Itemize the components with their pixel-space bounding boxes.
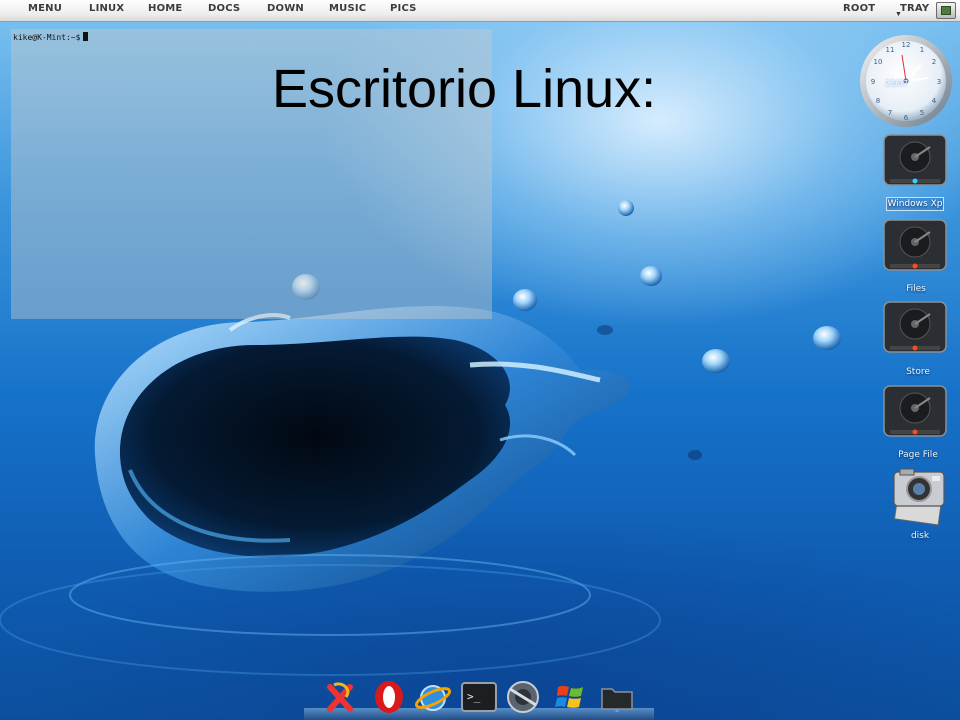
- clock-date: 23/07: [885, 79, 909, 88]
- menu-item-home[interactable]: HOME: [148, 2, 182, 18]
- drive-disk[interactable]: [890, 468, 948, 526]
- clock-widget: 12 1 2 3 4 5 6 7 8 9 10 11 23/07: [858, 33, 954, 129]
- hard-drive-icon: [883, 385, 947, 437]
- clock-numeral-8: 8: [876, 97, 880, 105]
- windows-logo-icon[interactable]: [552, 679, 590, 715]
- terminal-prompt: kike@K-Mint:~$: [13, 32, 89, 42]
- clock-numeral-5: 5: [920, 109, 924, 117]
- graphics-app-icon[interactable]: [322, 679, 360, 715]
- svg-text:>_: >_: [467, 690, 481, 703]
- clock-numeral-12: 12: [902, 41, 911, 49]
- clock-numeral-3: 3: [937, 78, 941, 86]
- clock-numeral-11: 11: [886, 46, 895, 54]
- slide-title: Escritorio Linux:: [272, 59, 657, 119]
- hard-drive-icon: [883, 301, 947, 353]
- drive-label-disk[interactable]: disk: [880, 531, 960, 541]
- menu-item-linux[interactable]: LINUX: [89, 2, 124, 18]
- clock-numeral-7: 7: [888, 109, 892, 117]
- clock-numeral-6: 6: [904, 114, 909, 122]
- camera-drive-icon: [893, 468, 945, 526]
- terminal-cursor: [83, 32, 89, 41]
- drive-store[interactable]: [882, 300, 948, 356]
- drive-label-page-file[interactable]: Page File: [878, 450, 958, 460]
- clock-numeral-4: 4: [932, 97, 937, 105]
- menu-item-tray[interactable]: TRAY: [900, 2, 929, 18]
- clock-numeral-2: 2: [932, 58, 936, 66]
- drive-label-windows-xp[interactable]: Windows Xp: [886, 197, 944, 211]
- clock-numeral-10: 10: [874, 58, 883, 66]
- folder-icon[interactable]: [598, 679, 636, 715]
- hard-drive-icon: [883, 134, 947, 186]
- terminal-icon[interactable]: >_: [460, 679, 498, 715]
- menu-item-docs[interactable]: DOCS: [208, 2, 240, 18]
- web-browser-icon[interactable]: [414, 679, 452, 715]
- opera-browser-icon[interactable]: [370, 679, 408, 715]
- drive-page-file[interactable]: [882, 384, 948, 440]
- media-player-icon[interactable]: [504, 679, 542, 715]
- clock-numeral-9: 9: [871, 78, 875, 86]
- drive-windows-xp[interactable]: [882, 133, 948, 189]
- menu-item-music[interactable]: MUSIC: [329, 2, 366, 18]
- desktop-wallpaper: MENU LINUX HOME DOCS DOWN MUSIC PICS ROO…: [0, 0, 960, 720]
- clock-numeral-1: 1: [920, 46, 924, 54]
- drive-files[interactable]: [882, 218, 948, 274]
- top-menu-bar: MENU LINUX HOME DOCS DOWN MUSIC PICS ROO…: [0, 0, 960, 22]
- menu-item-down[interactable]: DOWN: [267, 2, 304, 18]
- tray-app-icon[interactable]: [936, 2, 956, 19]
- menu-item-pics[interactable]: PICS: [390, 2, 417, 18]
- drive-label-store[interactable]: Store: [878, 367, 958, 377]
- menu-item-root[interactable]: ROOT: [843, 2, 875, 18]
- hard-drive-icon: [883, 219, 947, 271]
- menu-item-menu[interactable]: MENU: [28, 2, 62, 18]
- drive-label-files[interactable]: Files: [876, 284, 956, 294]
